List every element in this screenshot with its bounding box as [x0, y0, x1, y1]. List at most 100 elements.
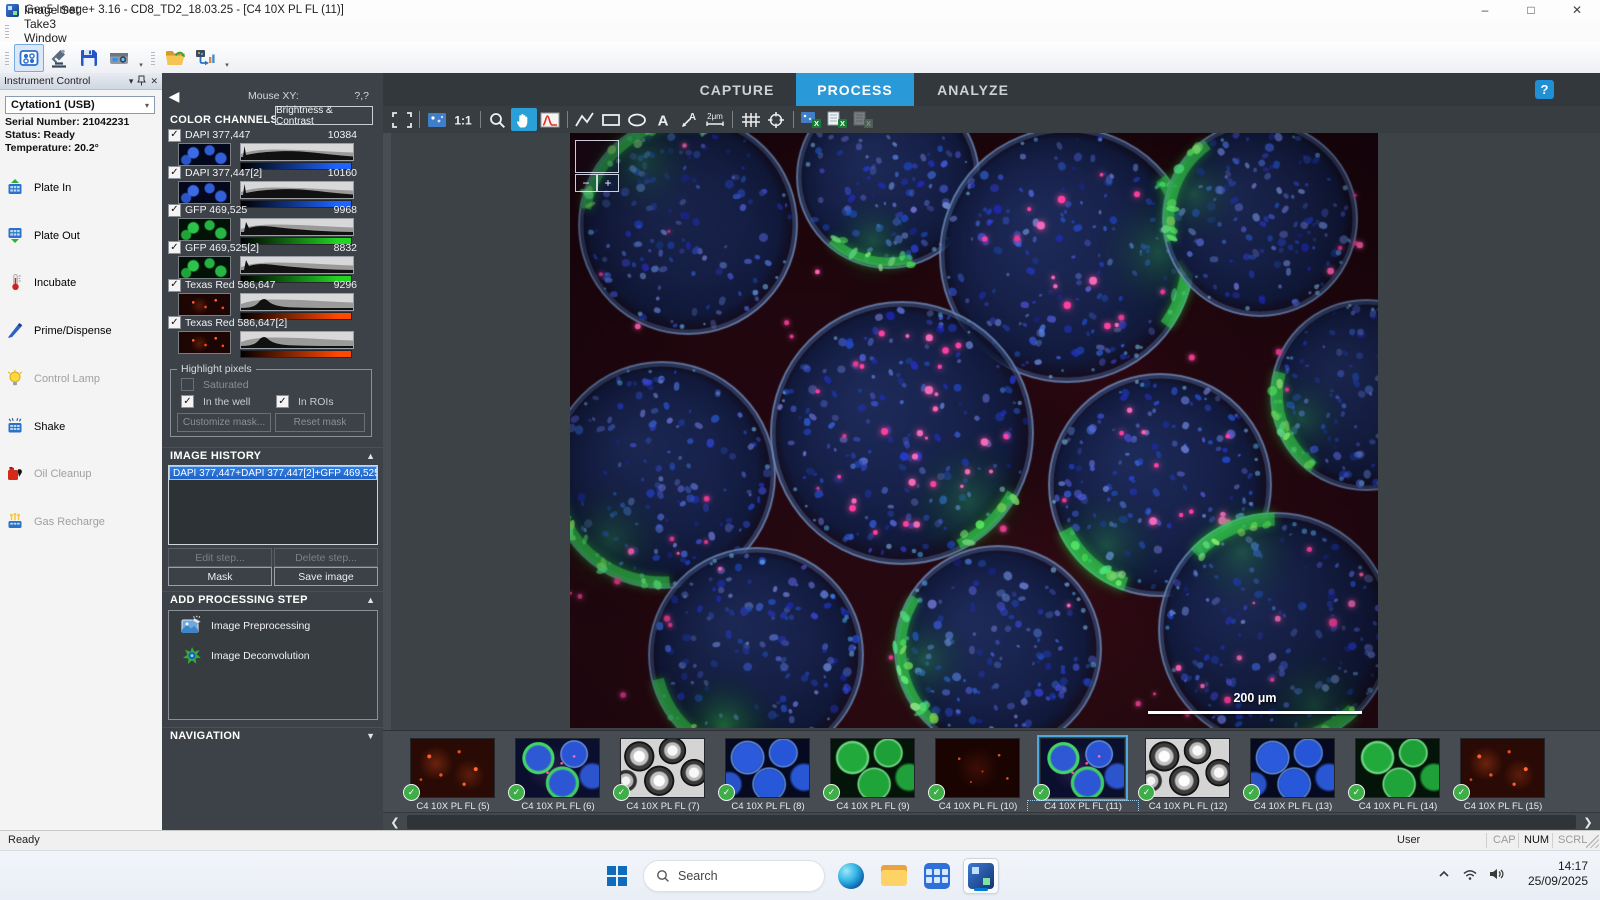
channel-checkbox[interactable]: ✓: [168, 166, 181, 179]
one-to-one-icon[interactable]: 1:1: [450, 108, 476, 131]
collapse-up-icon[interactable]: ▲: [366, 595, 375, 605]
in-rois-checkbox[interactable]: ✓: [276, 395, 289, 408]
imager-button[interactable]: [104, 44, 134, 72]
well-plate-button[interactable]: [14, 44, 44, 72]
instrument-action-prime-dispense[interactable]: Prime/Dispense: [6, 314, 156, 348]
edit-step-button[interactable]: Edit step...: [168, 548, 272, 567]
ellipse-tool-icon[interactable]: [624, 108, 650, 131]
channel-histogram[interactable]: [240, 331, 352, 358]
volume-icon[interactable]: [1488, 867, 1504, 886]
filmstrip-thumbnail[interactable]: ✓C4 10X PL FL (5): [410, 738, 495, 812]
export-data-button[interactable]: [190, 44, 220, 72]
line-tool-icon[interactable]: [572, 108, 598, 131]
grid-overlay-icon[interactable]: [737, 108, 763, 131]
plate-reader-app-button[interactable]: [920, 859, 954, 893]
customize-mask-button[interactable]: Customize mask...: [177, 413, 271, 432]
save-image-button[interactable]: Save image: [274, 567, 378, 586]
filmstrip-thumbnail[interactable]: ✓C4 10X PL FL (9): [830, 738, 915, 812]
filmstrip-thumbnail[interactable]: ✓C4 10X PL FL (10): [935, 738, 1020, 812]
help-button[interactable]: ?: [1535, 80, 1554, 99]
microscopy-image[interactable]: [570, 133, 1378, 728]
taskbar-search[interactable]: Search: [643, 860, 825, 892]
thumbnail-image[interactable]: [1145, 738, 1230, 798]
instrument-action-plate-out[interactable]: Plate Out: [6, 219, 156, 253]
instrument-action-oil-cleanup[interactable]: Oil Cleanup: [6, 457, 156, 491]
instrument-action-plate-in[interactable]: Plate In: [6, 171, 156, 205]
tab-analyze[interactable]: ANALYZE: [914, 73, 1032, 106]
histogram-icon[interactable]: [537, 108, 563, 131]
processing-step-image-preprocessing[interactable]: Image Preprocessing: [169, 611, 377, 641]
image-history-list[interactable]: DAPI 377,447+DAPI 377,447[2]+GFP 469,525…: [168, 465, 378, 545]
filmstrip-thumbnail[interactable]: ✓C4 10X PL FL (6): [515, 738, 600, 812]
instrument-action-incubate[interactable]: Incubate: [6, 266, 156, 300]
pin-icon[interactable]: [137, 75, 146, 88]
thumbnail-image[interactable]: [830, 738, 915, 798]
instrument-action-shake[interactable]: Shake: [6, 410, 156, 444]
thumbnail-image[interactable]: [620, 738, 705, 798]
wifi-icon[interactable]: [1462, 867, 1478, 886]
channel-checkbox[interactable]: ✓: [168, 204, 181, 217]
resize-grip[interactable]: [1586, 835, 1599, 848]
pan-icon[interactable]: [511, 108, 537, 131]
saturated-checkbox[interactable]: ✓: [181, 378, 194, 391]
tray-chevron-icon[interactable]: [1436, 866, 1452, 887]
filmstrip-thumbnail[interactable]: ✓C4 10X PL FL (12): [1145, 738, 1230, 812]
instrument-action-gas-recharge[interactable]: Gas Recharge: [6, 505, 156, 539]
rect-tool-icon[interactable]: [598, 108, 624, 131]
navigation-header[interactable]: NAVIGATION ▼: [162, 727, 383, 743]
close-panel-icon[interactable]: ✕: [150, 76, 158, 87]
channel-checkbox[interactable]: ✓: [168, 129, 181, 142]
zoom-out-button[interactable]: −: [575, 174, 597, 192]
panel-splitter[interactable]: [383, 133, 391, 730]
thumbnail-image[interactable]: [1250, 738, 1335, 798]
brightness-contrast-button[interactable]: Brightness & Contrast: [275, 106, 373, 125]
instrument-select[interactable]: Cytation1 (USB) ▾: [5, 96, 155, 114]
channel-thumbnail[interactable]: [178, 331, 231, 354]
filmstrip-thumbnail-selected[interactable]: ✓C4 10X PL FL (11): [1040, 738, 1125, 812]
channel-thumbnail[interactable]: [178, 181, 231, 204]
collapse-panel-button[interactable]: ◀: [166, 83, 182, 109]
thumbnail-view-icon[interactable]: [424, 108, 450, 131]
microscope-button[interactable]: [44, 44, 74, 72]
image-history-header[interactable]: IMAGE HISTORY ▲: [162, 447, 383, 463]
gen5-taskbar-button[interactable]: [963, 858, 999, 894]
thumbnail-image[interactable]: [410, 738, 495, 798]
start-button[interactable]: [600, 859, 634, 893]
export-image-excel-icon[interactable]: X: [798, 108, 824, 131]
channel-thumbnail[interactable]: [178, 143, 231, 166]
filmstrip-thumbnail[interactable]: ✓C4 10X PL FL (14): [1355, 738, 1440, 812]
panel-menu-icon[interactable]: ▾: [129, 76, 134, 87]
filmstrip-scrollbar[interactable]: ❮ ❯: [383, 812, 1600, 831]
text-tool-icon[interactable]: A: [650, 108, 676, 131]
navigator-overlay[interactable]: [575, 140, 619, 173]
fit-screen-icon[interactable]: [389, 108, 415, 131]
toolbar-overflow-icon[interactable]: ▾: [136, 43, 146, 72]
thumbnail-image[interactable]: [1040, 738, 1125, 798]
channel-checkbox[interactable]: ✓: [168, 316, 181, 329]
open-folder-button[interactable]: [160, 44, 190, 72]
export-table-excel-icon[interactable]: X: [824, 108, 850, 131]
scroll-right-button[interactable]: ❯: [1579, 813, 1597, 831]
channel-checkbox[interactable]: ✓: [168, 279, 181, 292]
collapse-down-icon[interactable]: ▼: [366, 731, 375, 741]
thumbnail-image[interactable]: [1355, 738, 1440, 798]
menu-item-take3[interactable]: Take3: [14, 17, 89, 31]
export-report-icon[interactable]: X: [850, 108, 876, 131]
channel-thumbnail[interactable]: [178, 293, 231, 316]
filmstrip-thumbnail[interactable]: ✓C4 10X PL FL (8): [725, 738, 810, 812]
instrument-action-control-lamp[interactable]: Control Lamp: [6, 362, 156, 396]
thumbnail-image[interactable]: [935, 738, 1020, 798]
scalebar-tool-icon[interactable]: 2μm: [702, 108, 728, 131]
mask-button[interactable]: Mask: [168, 567, 272, 586]
reset-mask-button[interactable]: Reset mask: [275, 413, 365, 432]
thumbnail-image[interactable]: [725, 738, 810, 798]
menu-item-image-set[interactable]: Image Set: [14, 3, 89, 17]
close-button[interactable]: ✕: [1554, 0, 1600, 20]
processing-step-image-deconvolution[interactable]: Image Deconvolution: [169, 641, 377, 671]
arrow-tool-icon[interactable]: A: [676, 108, 702, 131]
scrollbar-thumb[interactable]: [407, 815, 1576, 829]
collapse-up-icon[interactable]: ▲: [366, 451, 375, 461]
minimize-button[interactable]: –: [1462, 0, 1508, 20]
add-processing-step-header[interactable]: ADD PROCESSING STEP ▲: [162, 591, 383, 607]
zoom-in-button[interactable]: +: [597, 174, 619, 192]
